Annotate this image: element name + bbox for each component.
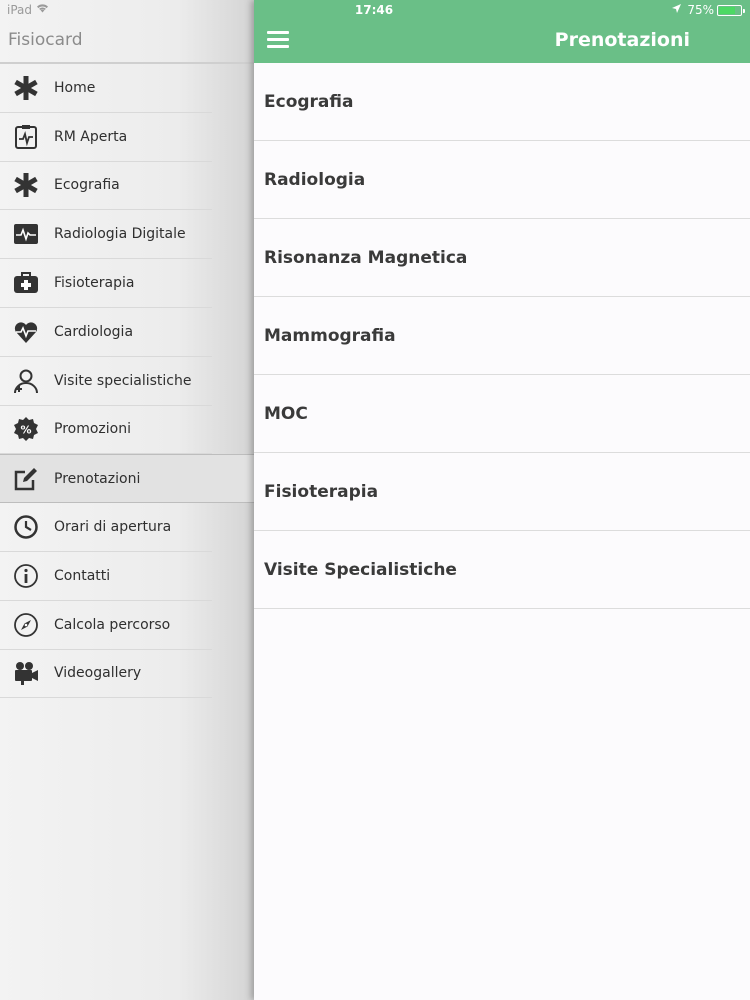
list-item-risonanza-magnetica[interactable]: Risonanza Magnetica <box>254 219 750 297</box>
sidebar-item-label: Visite specialistiche <box>54 372 192 389</box>
sidebar-item-calcola-percorso[interactable]: Calcola percorso <box>0 601 212 650</box>
list-item-label: Visite Specialistiche <box>264 559 457 580</box>
sidebar-item-label: Radiologia Digitale <box>54 226 186 243</box>
sidebar: iPad Fisiocard Home RM Aperta Ecografia <box>0 0 254 1000</box>
sidebar-item-label: Orari di apertura <box>54 519 172 536</box>
list-item-ecografia[interactable]: Ecografia <box>254 63 750 141</box>
carrier-label: iPad <box>7 3 33 17</box>
status-time: 17:46 <box>354 3 394 17</box>
sidebar-item-fisioterapia[interactable]: Fisioterapia <box>0 259 212 308</box>
sidebar-menu: Home RM Aperta Ecografia Radiologia Digi… <box>0 64 254 699</box>
battery-percent: 75% <box>687 3 714 17</box>
battery-icon <box>717 4 745 16</box>
page-title: Prenotazioni <box>554 29 690 51</box>
list-item-label: Fisioterapia <box>264 481 379 502</box>
list-item-label: Risonanza Magnetica <box>264 247 468 268</box>
sidebar-item-label: Calcola percorso <box>54 616 171 633</box>
list-item-label: Radiologia <box>264 169 366 190</box>
list-item-fisioterapia[interactable]: Fisioterapia <box>254 453 750 531</box>
sidebar-item-label: Promozioni <box>54 421 131 438</box>
doctor-icon <box>12 367 40 395</box>
percent-badge-icon: % <box>12 415 40 443</box>
sidebar-item-cardiologia[interactable]: Cardiologia <box>0 308 212 357</box>
svg-text:%: % <box>20 424 31 437</box>
heart-pulse-icon <box>12 318 40 346</box>
video-camera-icon <box>12 659 40 687</box>
location-arrow-icon <box>672 4 682 16</box>
list-item-label: MOC <box>264 403 308 424</box>
monitor-pulse-icon <box>12 220 40 248</box>
sidebar-item-label: RM Aperta <box>54 128 128 145</box>
list-item-radiologia[interactable]: Radiologia <box>254 141 750 219</box>
wifi-icon <box>36 3 49 16</box>
medical-kit-icon <box>12 269 40 297</box>
edit-icon <box>12 465 40 493</box>
sidebar-item-orari-di-apertura[interactable]: Orari di apertura <box>0 503 212 552</box>
sidebar-item-label: Cardiologia <box>54 323 134 340</box>
battery-level-fill <box>719 6 735 14</box>
clipboard-pulse-icon <box>12 123 40 151</box>
list-item-label: Ecografia <box>264 91 354 112</box>
sidebar-item-home[interactable]: Home <box>0 64 212 113</box>
booking-list: Ecografia Radiologia Risonanza Magnetica… <box>254 63 750 609</box>
app-title: Fisiocard <box>8 30 83 50</box>
clock-icon <box>12 513 40 541</box>
hamburger-menu-icon[interactable] <box>267 31 289 48</box>
main-panel: 17:46 75% Prenotazioni Ecografia Radiolo… <box>254 0 750 1000</box>
sidebar-item-promozioni[interactable]: % Promozioni <box>0 406 212 455</box>
sidebar-item-label: Home <box>54 79 96 96</box>
asterisk-icon <box>12 171 40 199</box>
sidebar-item-label: Contatti <box>54 567 111 584</box>
sidebar-item-rm-aperta[interactable]: RM Aperta <box>0 113 212 162</box>
sidebar-item-ecografia[interactable]: Ecografia <box>0 162 212 211</box>
info-icon <box>12 562 40 590</box>
list-item-moc[interactable]: MOC <box>254 375 750 453</box>
sidebar-item-label: Videogallery <box>54 665 142 682</box>
sidebar-item-contatti[interactable]: Contatti <box>0 552 212 601</box>
sidebar-item-label: Prenotazioni <box>54 470 141 487</box>
sidebar-item-label: Ecografia <box>54 177 120 194</box>
list-item-label: Mammografia <box>264 325 396 346</box>
status-bar-left: iPad <box>0 0 254 20</box>
battery-nub <box>743 8 745 13</box>
list-item-mammografia[interactable]: Mammografia <box>254 297 750 375</box>
sidebar-item-visite-specialistiche[interactable]: Visite specialistiche <box>0 357 212 406</box>
list-item-visite-specialistiche[interactable]: Visite Specialistiche <box>254 531 750 609</box>
sidebar-item-videogallery[interactable]: Videogallery <box>0 650 212 699</box>
sidebar-item-radiologia-digitale[interactable]: Radiologia Digitale <box>0 210 212 260</box>
navigation-bar: 17:46 75% Prenotazioni <box>254 0 750 63</box>
asterisk-icon <box>12 74 40 102</box>
sidebar-item-prenotazioni[interactable]: Prenotazioni <box>0 454 254 504</box>
compass-icon <box>12 611 40 639</box>
sidebar-item-label: Fisioterapia <box>54 275 135 292</box>
status-bar-right: 75% <box>672 3 745 17</box>
